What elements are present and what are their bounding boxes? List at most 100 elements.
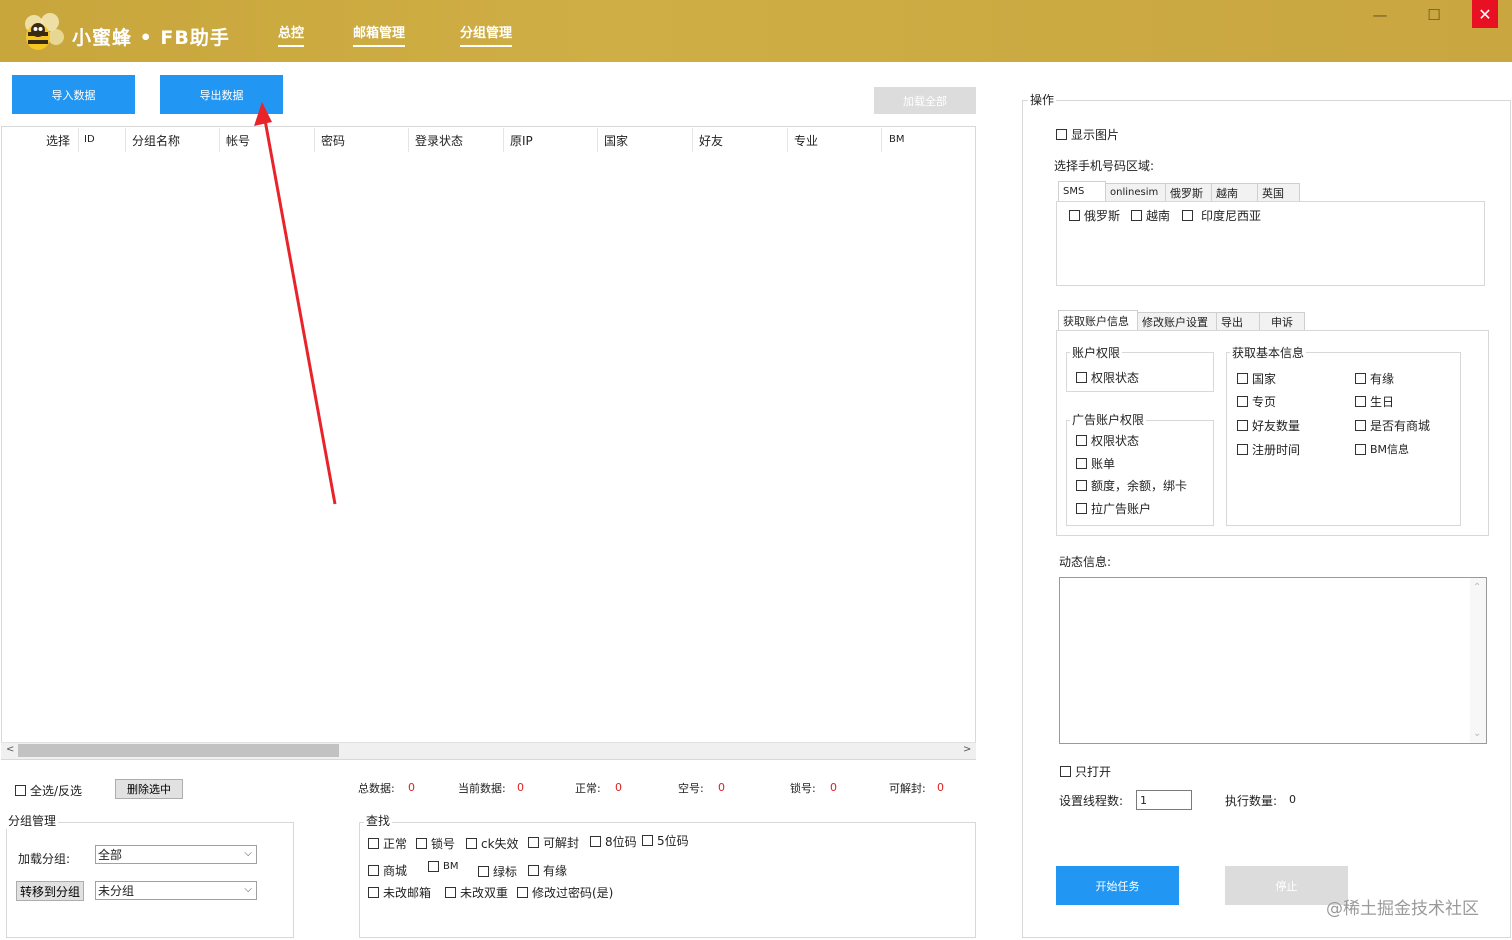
column-separator <box>787 128 788 152</box>
move-group-select[interactable]: 未分组 ⌵ <box>95 881 257 900</box>
stat-locked-label: 锁号: <box>790 782 816 795</box>
tab-modify-account-settings[interactable]: 修改账户设置 <box>1137 312 1217 330</box>
info-register-time-checkbox[interactable]: 注册时间 <box>1237 441 1300 458</box>
load-group-select[interactable]: 全部 ⌵ <box>95 845 257 864</box>
column-header-login-status[interactable]: 登录状态 <box>415 132 463 149</box>
tab-get-account-info[interactable]: 获取账户信息 <box>1058 310 1138 330</box>
tab-export[interactable]: 导出 <box>1216 312 1260 330</box>
filter-green-badge-checkbox[interactable]: 绿标 <box>478 863 517 880</box>
import-data-button[interactable]: 导入数据 <box>12 75 135 114</box>
column-header-select[interactable]: 选择 <box>46 132 70 149</box>
phone-region-label: 选择手机号码区域: <box>1054 159 1155 173</box>
info-birthday-checkbox[interactable]: 生日 <box>1355 393 1394 410</box>
filter-bm-checkbox[interactable]: BM <box>428 861 459 872</box>
scroll-right-icon[interactable]: > <box>963 744 971 755</box>
show-image-checkbox[interactable]: 显示图片 <box>1056 126 1119 143</box>
phone-russia-checkbox[interactable]: 俄罗斯 <box>1069 207 1120 224</box>
phone-vietnam-checkbox[interactable]: 越南 <box>1131 207 1170 224</box>
column-header-group-name[interactable]: 分组名称 <box>132 132 180 149</box>
account-permission-status-checkbox[interactable]: 权限状态 <box>1076 369 1139 386</box>
nav-tab-overview[interactable]: 总控 <box>278 22 305 47</box>
filter-password-changed-checkbox[interactable]: 修改过密码(是) <box>517 884 613 901</box>
tab-vietnam[interactable]: 越南 <box>1211 183 1258 201</box>
operations-title: 操作 <box>1028 91 1057 108</box>
stat-unlockable-label: 可解封: <box>889 782 926 795</box>
info-bm-checkbox[interactable]: BM信息 <box>1355 441 1409 457</box>
filter-unlockable-checkbox[interactable]: 可解封 <box>528 834 579 851</box>
column-header-friends[interactable]: 好友 <box>699 132 723 149</box>
phone-region-tabstrip: SMS onlinesim 俄罗斯 越南 英国 <box>1058 181 1488 203</box>
stat-current-value: 0 <box>517 781 524 794</box>
ad-limit-balance-card-checkbox[interactable]: 额度，余额，绑卡 <box>1076 477 1187 494</box>
column-header-profession[interactable]: 专业 <box>794 132 818 149</box>
exec-count-label: 执行数量: <box>1225 794 1278 808</box>
stat-locked-value: 0 <box>830 781 837 794</box>
search-title: 查找 <box>364 812 393 829</box>
tab-russia[interactable]: 俄罗斯 <box>1165 183 1212 201</box>
filter-5digit-checkbox[interactable]: 5位码 <box>642 832 689 849</box>
column-separator <box>125 128 126 152</box>
pull-ad-account-checkbox[interactable]: 拉广告账户 <box>1076 500 1151 517</box>
stat-normal-label: 正常: <box>575 782 601 795</box>
column-header-bm[interactable]: BM <box>889 134 905 145</box>
scroll-left-icon[interactable]: < <box>6 744 14 755</box>
filter-normal-checkbox[interactable]: 正常 <box>368 835 407 852</box>
minimize-button[interactable]: — <box>1362 2 1398 28</box>
filter-8digit-checkbox[interactable]: 8位码 <box>590 833 637 850</box>
load-all-button[interactable]: 加载全部 <box>874 87 976 114</box>
tab-onlinesim[interactable]: onlinesim <box>1105 183 1166 201</box>
column-separator <box>219 128 220 152</box>
nav-tab-groups[interactable]: 分组管理 <box>460 22 513 47</box>
filter-2fa-unchanged-checkbox[interactable]: 未改双重 <box>445 884 508 901</box>
app-title: 小蜜蜂 • FB助手 <box>72 27 230 49</box>
nav-tab-mailbox[interactable]: 邮箱管理 <box>353 22 406 47</box>
data-grid[interactable] <box>1 126 976 760</box>
tab-sms[interactable]: SMS <box>1058 181 1106 201</box>
select-all-checkbox[interactable]: 全选/反选 <box>15 782 82 799</box>
start-task-button[interactable]: 开始任务 <box>1056 866 1179 905</box>
maximize-button[interactable]: ☐ <box>1416 2 1452 28</box>
group-management-title: 分组管理 <box>6 812 59 829</box>
info-has-shop-checkbox[interactable]: 是否有商城 <box>1355 417 1430 434</box>
stat-empty-label: 空号: <box>678 782 704 795</box>
close-button[interactable]: ✕ <box>1472 0 1498 28</box>
dynamic-info-textarea[interactable] <box>1059 577 1487 744</box>
filter-locked-checkbox[interactable]: 锁号 <box>416 835 455 852</box>
scroll-down-icon[interactable]: ⌄ <box>1473 728 1481 739</box>
chevron-down-icon: ⌵ <box>244 848 252 859</box>
ad-billing-checkbox[interactable]: 账单 <box>1076 455 1115 472</box>
scroll-up-icon[interactable]: ⌃ <box>1473 582 1481 593</box>
column-separator <box>503 128 504 152</box>
group-management-box <box>6 822 294 938</box>
filter-email-unchanged-checkbox[interactable]: 未改邮箱 <box>368 884 431 901</box>
info-friend-count-checkbox[interactable]: 好友数量 <box>1237 417 1300 434</box>
column-separator <box>881 128 882 152</box>
column-header-country[interactable]: 国家 <box>604 132 628 149</box>
delete-selected-button[interactable]: 删除选中 <box>115 779 183 799</box>
threads-input[interactable]: 1 <box>1136 790 1192 810</box>
ad-permission-status-checkbox[interactable]: 权限状态 <box>1076 432 1139 449</box>
stat-empty-value: 0 <box>718 781 725 794</box>
tab-appeal[interactable]: 申诉 <box>1259 312 1305 330</box>
filter-youyuan-checkbox[interactable]: 有缘 <box>528 862 567 879</box>
column-header-original-ip[interactable]: 原IP <box>510 132 533 149</box>
tab-uk[interactable]: 英国 <box>1257 183 1300 201</box>
dynamic-info-label: 动态信息: <box>1059 555 1112 569</box>
column-separator <box>597 128 598 152</box>
scrollbar-thumb[interactable] <box>18 744 339 757</box>
filter-ck-invalid-checkbox[interactable]: ck失效 <box>466 835 519 852</box>
column-header-account[interactable]: 帐号 <box>226 132 250 149</box>
column-header-id[interactable]: ID <box>84 134 95 145</box>
info-country-checkbox[interactable]: 国家 <box>1237 370 1276 387</box>
account-tabstrip: 获取账户信息 修改账户设置 导出 申诉 <box>1058 310 1488 332</box>
account-permission-title: 账户权限 <box>1070 344 1123 361</box>
ad-permission-title: 广告账户权限 <box>1070 411 1147 428</box>
info-youyuan-checkbox[interactable]: 有缘 <box>1355 370 1394 387</box>
phone-indonesia-checkbox[interactable]: 印度尼西亚 <box>1182 207 1261 224</box>
only-open-checkbox[interactable]: 只打开 <box>1060 763 1111 780</box>
watermark: @稀土掘金技术社区 <box>1326 899 1479 919</box>
filter-shop-checkbox[interactable]: 商城 <box>368 862 407 879</box>
move-to-group-button[interactable]: 转移到分组 <box>16 881 84 901</box>
textarea-scrollbar[interactable] <box>1470 578 1486 743</box>
info-page-checkbox[interactable]: 专页 <box>1237 393 1276 410</box>
